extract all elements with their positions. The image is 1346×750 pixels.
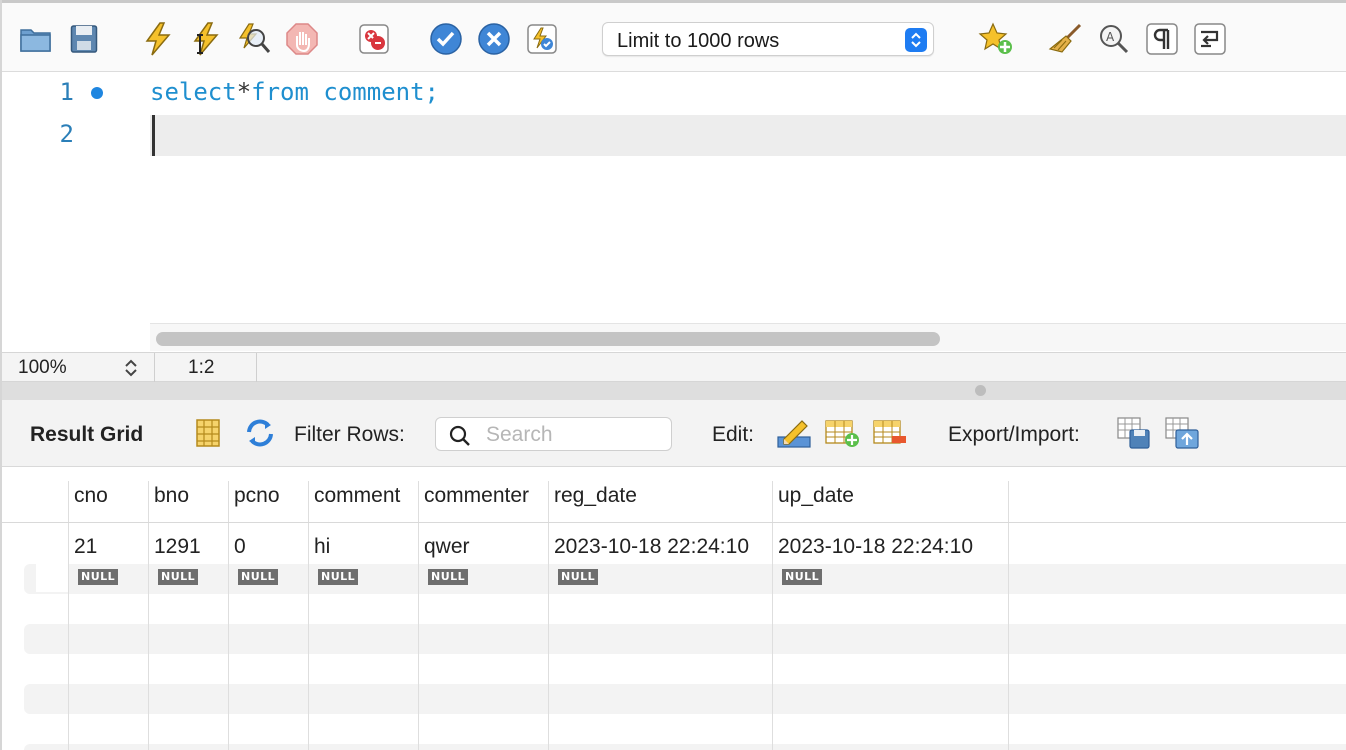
- rollback-x-icon[interactable]: [476, 21, 512, 57]
- panel-splitter[interactable]: [2, 382, 1346, 400]
- filter-rows-search[interactable]: [435, 417, 672, 451]
- table-cell[interactable]: 0: [234, 535, 246, 559]
- sql-editor[interactable]: 1 select*from comment; 2: [2, 72, 1346, 352]
- line-number: 1: [59, 78, 74, 106]
- export-import-label: Export/Import:: [948, 423, 1080, 446]
- result-toolbar: Result Grid Filter Rows: Edit: Export/Im…: [2, 400, 1346, 467]
- execute-lightning-icon[interactable]: [140, 21, 176, 57]
- grid-row-stripe: [24, 744, 1346, 750]
- header-divider: [2, 522, 1346, 523]
- null-badge[interactable]: NULL: [78, 569, 119, 585]
- code-line[interactable]: select*from comment;: [150, 78, 439, 106]
- edit-row-pencil-icon[interactable]: [776, 415, 812, 451]
- editor-status-bar: 100% 1:2: [2, 352, 1346, 383]
- horizontal-scrollbar-thumb[interactable]: [156, 332, 940, 346]
- stop-icon[interactable]: [284, 21, 320, 57]
- refresh-icon[interactable]: [242, 415, 278, 451]
- zoom-stepper-icon[interactable]: [122, 356, 140, 380]
- search-icon: [448, 424, 472, 453]
- table-cell[interactable]: 21: [74, 535, 97, 559]
- grid-row-stripe: [24, 684, 1346, 714]
- column-header-cno[interactable]: cno: [74, 484, 108, 508]
- filter-rows-label: Filter Rows:: [294, 423, 405, 446]
- line-number: 2: [59, 120, 74, 148]
- stop-on-error-toggle-icon[interactable]: [356, 21, 392, 57]
- insert-row-icon[interactable]: [824, 415, 860, 451]
- column-header-pcno[interactable]: pcno: [234, 484, 280, 508]
- table-cell[interactable]: 2023-10-18 22:24:10: [778, 535, 973, 559]
- null-badge[interactable]: NULL: [558, 569, 599, 585]
- zoom-level[interactable]: 100%: [18, 357, 67, 379]
- limit-rows-select-label: Limit to 1000 rows: [617, 30, 780, 52]
- column-header-bno[interactable]: bno: [154, 484, 189, 508]
- column-header-comment[interactable]: comment: [314, 484, 400, 508]
- open-folder-icon[interactable]: [18, 21, 54, 57]
- edit-label: Edit:: [712, 423, 755, 446]
- null-badge[interactable]: NULL: [158, 569, 199, 585]
- grid-row-stripe: [24, 564, 1346, 594]
- null-badge[interactable]: NULL: [238, 569, 279, 585]
- add-to-snippets-star-icon[interactable]: [978, 21, 1014, 57]
- table-cell[interactable]: qwer: [424, 535, 470, 559]
- null-badge[interactable]: NULL: [428, 569, 469, 585]
- execute-current-statement-icon[interactable]: [188, 21, 224, 57]
- word-wrap-icon[interactable]: [1192, 21, 1228, 57]
- sql-identifier: comment;: [308, 78, 439, 106]
- new-row-indicator: [36, 564, 68, 592]
- show-invisible-characters-icon[interactable]: [1144, 21, 1180, 57]
- beautify-broom-icon[interactable]: [1048, 21, 1084, 57]
- result-grid-title: Result Grid: [30, 423, 144, 446]
- result-grid[interactable]: cno bno pcno comment commenter reg_date …: [2, 467, 1346, 750]
- divider: [256, 353, 257, 383]
- table-cell[interactable]: hi: [314, 535, 330, 559]
- null-badge[interactable]: NULL: [782, 569, 823, 585]
- export-save-icon[interactable]: [1116, 415, 1152, 451]
- select-stepper-icon: [905, 28, 927, 52]
- commit-check-icon[interactable]: [428, 21, 464, 57]
- splitter-handle[interactable]: [975, 385, 986, 396]
- statement-marker-dot: [91, 87, 103, 99]
- column-header-reg-date[interactable]: reg_date: [554, 484, 637, 508]
- horizontal-scrollbar[interactable]: [150, 323, 1346, 351]
- search-input[interactable]: [486, 422, 661, 448]
- limit-rows-select[interactable]: Limit to 1000 rows: [602, 22, 934, 56]
- query-toolbar: Limit to 1000 rows A: [2, 0, 1346, 72]
- grid-row-stripe: [24, 624, 1346, 654]
- import-load-icon[interactable]: [1164, 415, 1200, 451]
- table-cell[interactable]: 2023-10-18 22:24:10: [554, 535, 749, 559]
- cursor-position: 1:2: [188, 357, 215, 378]
- table-cell[interactable]: 1291: [154, 535, 201, 559]
- svg-text:A: A: [1106, 30, 1115, 44]
- sql-keyword: select: [150, 78, 237, 106]
- column-header-commenter[interactable]: commenter: [424, 484, 529, 508]
- autocommit-toggle-icon[interactable]: [524, 21, 560, 57]
- current-line-highlight: [150, 115, 1346, 156]
- find-replace-icon[interactable]: A: [1096, 21, 1132, 57]
- delete-row-icon[interactable]: [872, 415, 908, 451]
- grid-layout-icon[interactable]: [190, 415, 226, 451]
- column-header-up-date[interactable]: up_date: [778, 484, 854, 508]
- null-badge[interactable]: NULL: [318, 569, 359, 585]
- sql-editor-window: Limit to 1000 rows A 1 select*from comme…: [0, 0, 1346, 750]
- explain-magnifier-icon[interactable]: [236, 21, 272, 57]
- divider: [154, 353, 155, 383]
- save-icon[interactable]: [66, 21, 102, 57]
- text-caret: [152, 115, 155, 156]
- sql-operator: *: [236, 78, 252, 106]
- sql-keyword: from: [251, 78, 309, 106]
